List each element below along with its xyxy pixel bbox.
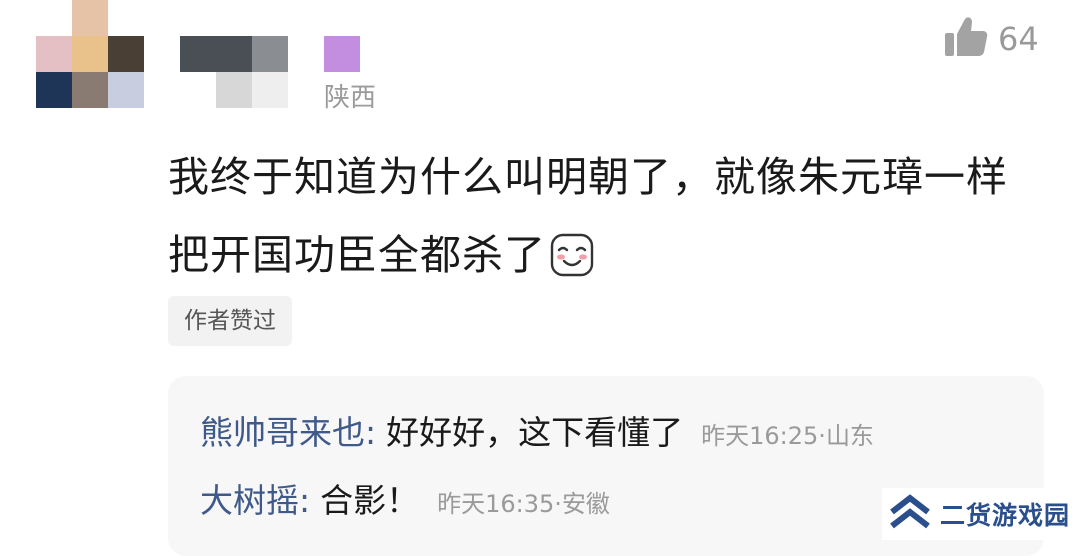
avatar[interactable] bbox=[36, 0, 144, 108]
reply-separator: · bbox=[554, 490, 562, 518]
author-liked-badge: 作者赞过 bbox=[168, 296, 292, 346]
reply-author[interactable]: 大树摇 bbox=[200, 474, 299, 522]
thumbs-up-icon bbox=[944, 16, 988, 62]
reply-time: 昨天16:25 bbox=[701, 422, 819, 450]
like-count: 64 bbox=[998, 20, 1039, 58]
reply-author[interactable]: 熊帅哥来也 bbox=[200, 406, 365, 454]
reply-region: 安徽 bbox=[561, 490, 610, 518]
reply-colon: : bbox=[365, 413, 377, 452]
watermark-text: 二货游戏园 bbox=[940, 501, 1071, 530]
reply-text: 好好好，这下看懂了 bbox=[386, 413, 684, 452]
reply-item[interactable]: 大树摇 : 合影！ 昨天16:35 · 安徽 bbox=[200, 474, 610, 522]
reply-item[interactable]: 熊帅哥来也 : 好好好，这下看懂了 昨天16:25 · 山东 bbox=[200, 406, 874, 454]
comment-text: 我终于知道为什么叫明朝了，就像朱元璋一样把开国功臣全都杀了 bbox=[168, 138, 1048, 302]
double-chevron-up-logo-icon bbox=[888, 494, 932, 534]
comment-location: 陕西 bbox=[324, 83, 377, 113]
reply-text: 合影！ bbox=[320, 481, 420, 520]
reply-colon: : bbox=[299, 481, 311, 520]
reply-time: 昨天16:35 bbox=[437, 490, 555, 518]
blushing-smile-emoji-icon bbox=[550, 224, 594, 302]
reply-separator: · bbox=[818, 422, 826, 450]
reply-region: 山东 bbox=[825, 422, 874, 450]
like-button[interactable]: 64 bbox=[944, 14, 1039, 64]
watermark: 二货游戏园 bbox=[882, 488, 1080, 540]
